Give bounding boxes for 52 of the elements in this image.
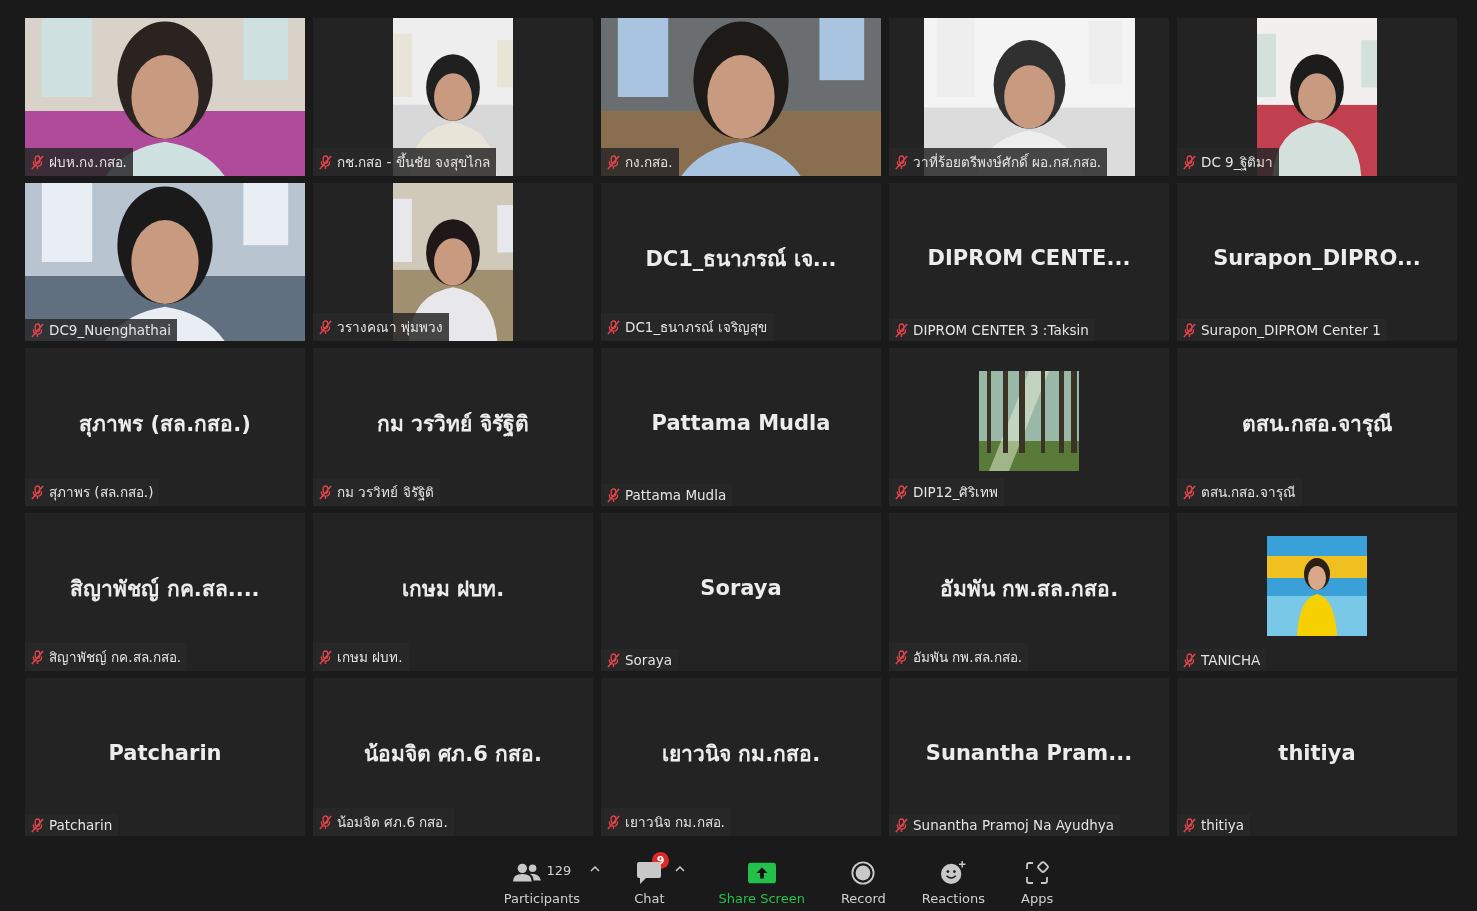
participant-name: DIPROM CENTE... (927, 246, 1131, 270)
record-button[interactable]: Record (834, 860, 892, 906)
participant-name: thitiya (1278, 741, 1356, 765)
participant-name: น้อมจิต ศภ.6 กสอ. (363, 740, 543, 768)
participant-name: DC1_ธนาภรณ์ เจริญสุข (625, 318, 768, 338)
participant-name: กม วรวิทย์ จิรัฐิติ (377, 410, 529, 439)
participant-name: DC1_ธนาภรณ์ เจ... (645, 245, 837, 273)
participants-button[interactable]: 129 Participants (497, 860, 587, 906)
participant-name: Patcharin (108, 741, 222, 765)
participant-name: อัมพัน กพ.สล.กสอ. (913, 648, 1023, 667)
apps-icon (1023, 861, 1052, 885)
participant-name: thitiya (1201, 817, 1244, 833)
smiley-icon (939, 861, 968, 885)
caret-icon (590, 866, 601, 872)
participant-name: DC9_Nuenghathai (49, 322, 171, 338)
participant-name: Surapon_DIPROM Center 1 (1201, 322, 1381, 338)
participant-name: Sunantha Pramoj Na Ayudhya (913, 817, 1115, 833)
participant-name: วรางคณา พุ่มพวง (337, 318, 444, 338)
participant-name: Sunantha Pram... (925, 741, 1133, 765)
participant-name: วาที่ร้อยตรีพงษ์ศักดิ์ ผอ.กส.กสอ. (913, 152, 1102, 172)
participant-name: DC 9_ฐิติมา (1201, 153, 1274, 173)
participant-name: Soraya (700, 576, 782, 600)
participant-name: สุภาพร (สล.กสอ.) (49, 483, 154, 503)
apps-button[interactable]: Apps (1015, 860, 1060, 906)
participant-name: ฝบห.กง.กสอ. (49, 153, 127, 172)
participant-name: กง.กสอ. (625, 153, 673, 172)
participant-name: DIPROM CENTER 3 :Taksin (913, 322, 1089, 338)
participant-name: เยาวนิจ กม.กสอ. (661, 740, 821, 768)
participant-name: น้อมจิต ศภ.6 กสอ. (337, 813, 448, 832)
participant-name: TANICHA (1201, 652, 1261, 668)
participant-name: Pattama Mudla (625, 487, 727, 503)
share-screen-icon (747, 861, 776, 885)
participant-name: เยาวนิจ กม.กสอ. (625, 813, 725, 832)
participant-count: 129 (546, 862, 572, 878)
participant-name: อัมพัน กพ.สล.กสอ. (939, 575, 1119, 603)
participant-name: ตสน.กสอ.จารุณี (1242, 410, 1392, 439)
participant-name: สุภาพร (สล.กสอ.) (79, 410, 251, 439)
share-screen-button[interactable]: Share Screen (712, 860, 811, 906)
participant-name: สิญาพัชญ์ กค.สล.กสอ. (49, 648, 182, 667)
participant-name: สิญาพัชญ์ กค.สล.... (70, 575, 260, 604)
participant-name: Patcharin (49, 817, 113, 833)
caret-icon (674, 866, 685, 872)
participant-name: ตสน.กสอ.จารุณี (1201, 483, 1296, 503)
participant-name: Surapon_DIPRO... (1213, 246, 1421, 270)
participant-name: กม วรวิทย์ จิรัฐิติ (337, 483, 434, 503)
participant-name: Soraya (625, 652, 672, 668)
participant-name: เกษม ฝบท. (337, 648, 403, 667)
participant-name: กช.กสอ - ขึ้นชัย จงสุขไกล (337, 151, 491, 173)
participant-name: DIP12_ศิริเทพ (913, 483, 999, 502)
participant-name: Pattama Mudla (651, 411, 831, 435)
reactions-button[interactable]: Reactions (915, 860, 992, 906)
participant-name: เกษม ฝบท. (401, 575, 505, 603)
